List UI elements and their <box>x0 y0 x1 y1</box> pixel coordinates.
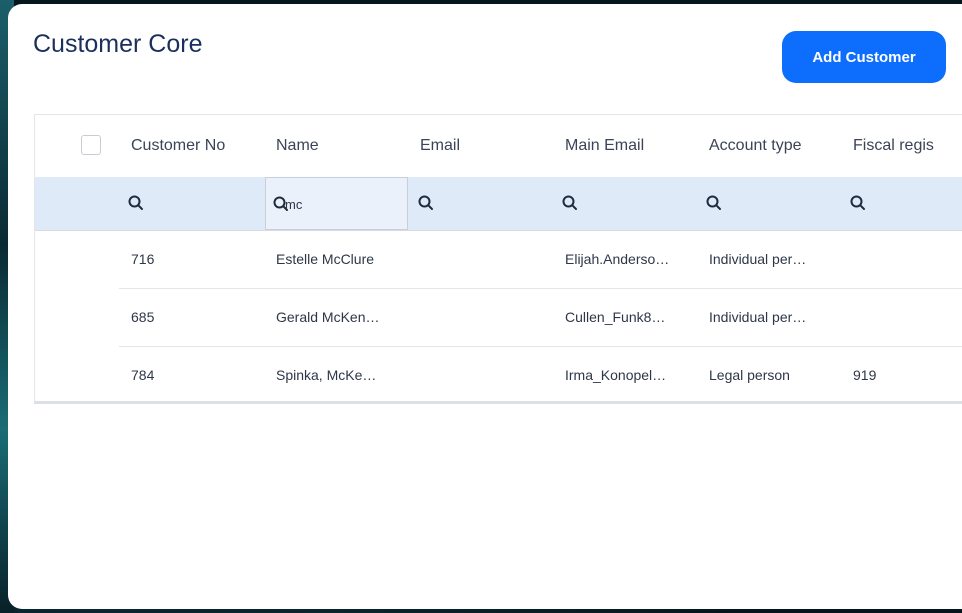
cell-account-type: Individual per… <box>709 251 807 267</box>
search-icon <box>418 195 433 210</box>
column-header-customer-no[interactable]: Customer No <box>131 115 225 177</box>
column-header-account-type[interactable]: Account type <box>709 115 802 177</box>
customer-core-panel: Customer Core Add Customer Customer No N… <box>8 4 962 609</box>
cell-name: Gerald McKen… <box>276 309 380 325</box>
cell-fiscal: 919 <box>853 367 877 383</box>
table-header: Customer No Name Email Main Email Accoun… <box>35 115 962 178</box>
cell-customer-no: 716 <box>131 251 155 267</box>
filter-email[interactable] <box>409 177 553 230</box>
column-header-fiscal[interactable]: Fiscal regis <box>853 115 934 177</box>
cell-main-email: Cullen_Funk8… <box>565 309 666 325</box>
page-title: Customer Core <box>33 30 203 58</box>
name-filter-input[interactable] <box>285 194 385 214</box>
select-all-checkbox[interactable] <box>81 135 101 155</box>
column-header-email[interactable]: Email <box>420 115 460 177</box>
filter-fiscal[interactable] <box>841 177 962 230</box>
cell-account-type: Legal person <box>709 367 790 383</box>
cell-customer-no: 685 <box>131 309 155 325</box>
search-icon <box>706 195 721 210</box>
filter-row <box>35 177 962 231</box>
filter-name[interactable] <box>265 177 408 230</box>
cell-main-email: Elijah.Anderso… <box>565 251 670 267</box>
cell-customer-no: 784 <box>131 367 155 383</box>
cell-name: Spinka, McKe… <box>276 367 377 383</box>
table-row[interactable]: 716 Estelle McClure Elijah.Anderso… Indi… <box>119 231 962 289</box>
table-row[interactable]: 784 Spinka, McKe… Irma_Konopel… Legal pe… <box>119 347 962 401</box>
customer-table: Customer No Name Email Main Email Accoun… <box>34 114 962 404</box>
search-icon <box>128 195 143 210</box>
search-icon <box>850 195 865 210</box>
table-row[interactable]: 685 Gerald McKen… Cullen_Funk8… Individu… <box>119 289 962 347</box>
column-header-main-email[interactable]: Main Email <box>565 115 644 177</box>
filter-customer-no[interactable] <box>119 177 263 230</box>
cell-main-email: Irma_Konopel… <box>565 367 667 383</box>
filter-main-email[interactable] <box>553 177 697 230</box>
search-icon <box>562 195 577 210</box>
filter-account-type[interactable] <box>697 177 841 230</box>
cell-account-type: Individual per… <box>709 309 807 325</box>
add-customer-button[interactable]: Add Customer <box>782 31 946 83</box>
column-header-name[interactable]: Name <box>276 115 319 177</box>
cell-name: Estelle McClure <box>276 251 375 267</box>
